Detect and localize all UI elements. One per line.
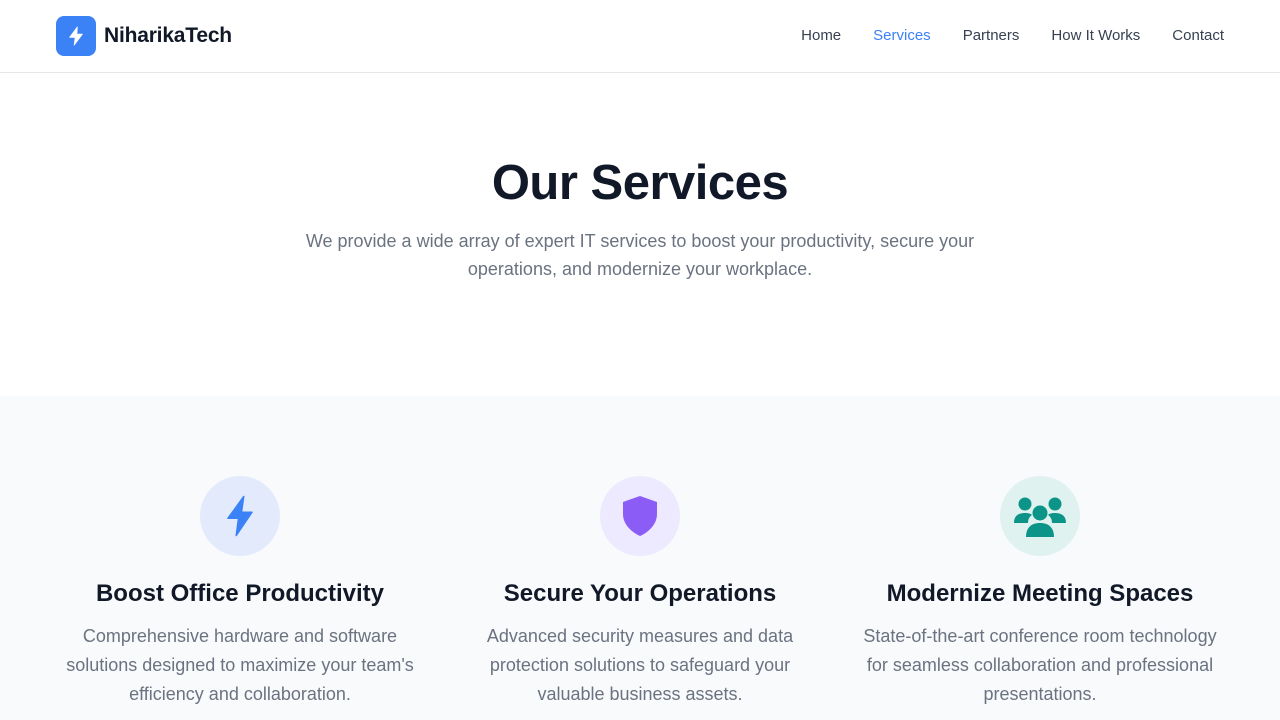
service-description: Advanced security measures and data prot… <box>486 626 794 704</box>
nav-services[interactable]: Services <box>873 26 931 46</box>
site-header: NiharikaTech Home Services Partners How … <box>0 0 1280 73</box>
service-card-productivity: Boost Office Productivity Comprehensive … <box>40 476 440 709</box>
service-description: Comprehensive hardware and software solu… <box>66 626 414 704</box>
page-subtitle: We provide a wide array of expert IT ser… <box>305 231 975 279</box>
service-title: Boost Office Productivity <box>95 580 385 607</box>
service-card-security: Secure Your Operations Advanced security… <box>440 476 840 709</box>
shield-icon <box>600 476 680 556</box>
lightning-bolt-icon <box>200 476 280 556</box>
nav-partners[interactable]: Partners <box>963 26 1020 46</box>
service-card-meeting: Modernize Meeting Spaces State-of-the-ar… <box>840 476 1240 709</box>
users-group-icon <box>1000 476 1080 556</box>
main-nav: Home Services Partners How It Works Cont… <box>769 26 1224 46</box>
nav-contact[interactable]: Contact <box>1172 26 1224 46</box>
brand-name: NiharikaTech <box>104 24 232 47</box>
nav-home[interactable]: Home <box>801 26 841 46</box>
service-description: State-of-the-art conference room technol… <box>863 626 1217 704</box>
service-title: Modernize Meeting Spaces <box>886 580 1194 607</box>
nav-how-it-works[interactable]: How It Works <box>1051 26 1140 46</box>
brand[interactable]: NiharikaTech <box>56 16 232 56</box>
service-title: Secure Your Operations <box>503 580 777 607</box>
hero-section: Our Services We provide a wide array of … <box>0 73 1280 396</box>
services-section: Boost Office Productivity Comprehensive … <box>0 396 1280 720</box>
lightning-bolt-icon <box>56 16 96 56</box>
page-title: Our Services <box>491 156 789 210</box>
